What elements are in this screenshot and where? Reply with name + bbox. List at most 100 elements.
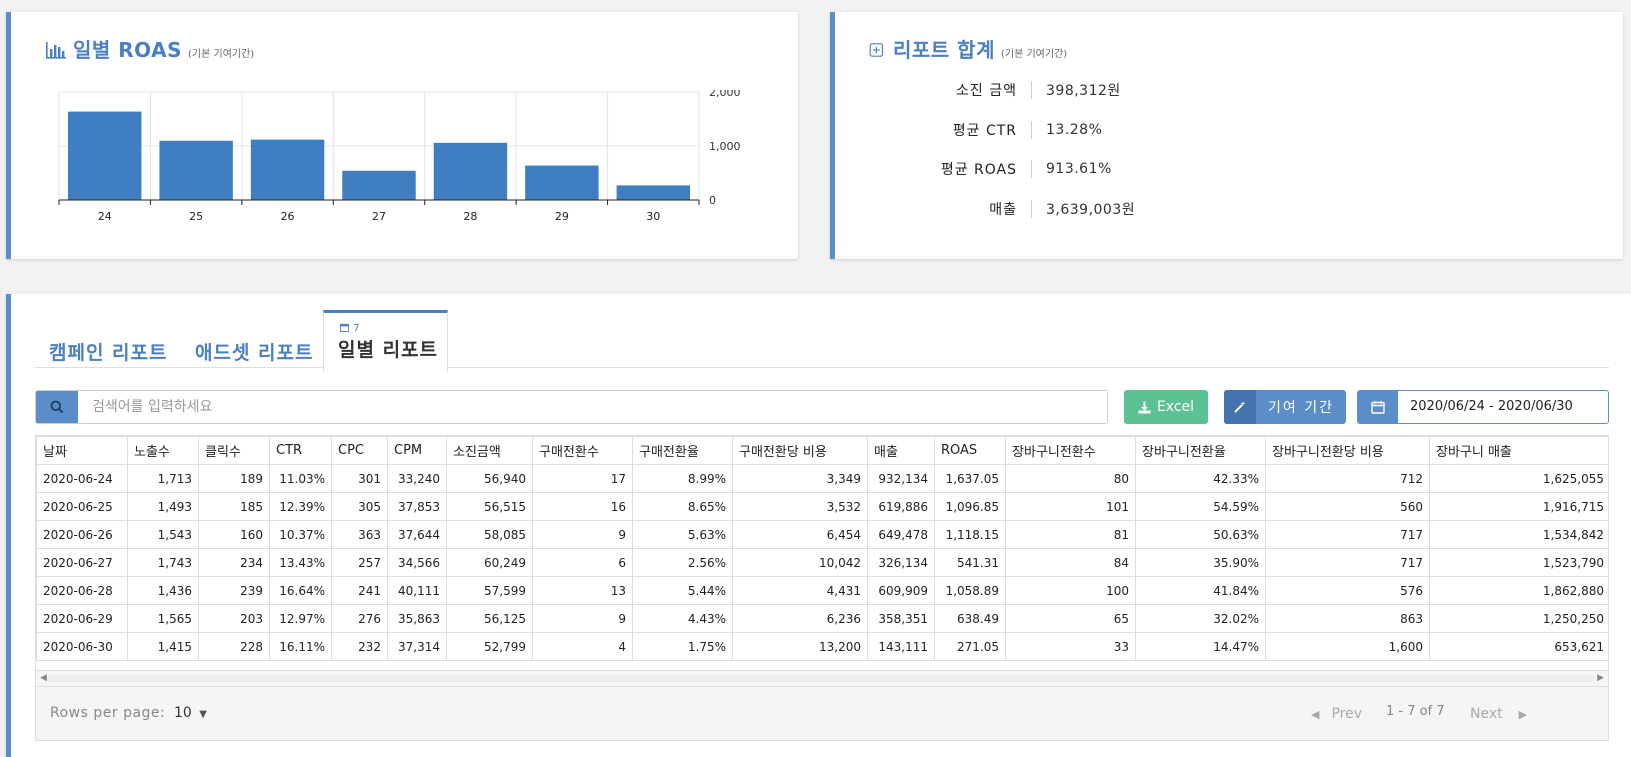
table-cell: 712: [1265, 464, 1430, 493]
table-cell: 3,532: [732, 492, 868, 521]
table-cell: 1,565: [127, 604, 199, 633]
table-cell: 717: [1265, 548, 1430, 577]
column-header[interactable]: 구매전환수: [532, 436, 633, 465]
table-cell: 2020-06-24: [36, 464, 128, 493]
daily-report-table-container: 날짜 노출수 클릭수 CTR CPC CPM 소진금액 구매전환수 구매전환율 구매전환당 비용 매…: [35, 435, 1609, 671]
table-cell: 301: [331, 464, 388, 493]
column-header[interactable]: CTR: [269, 436, 332, 465]
table-row: 2020-06-25 1,493 185 12.39% 305 37,853 56,515 1…: [36, 492, 1608, 521]
calendar-icon: [1358, 391, 1398, 423]
table-cell: 649,478: [867, 520, 935, 549]
column-header[interactable]: ROAS: [934, 436, 1006, 465]
tab-campaign-report[interactable]: 캠페인 리포트: [49, 338, 168, 365]
column-header[interactable]: 구매전환율: [632, 436, 733, 465]
table-cell: 13: [532, 576, 633, 605]
table-cell: 6: [532, 548, 633, 577]
table-cell: 81: [1005, 520, 1136, 549]
table-row: 2020-06-24 1,713 189 11.03% 301 33,240 56,940 1…: [36, 464, 1608, 493]
table-cell: 52,799: [446, 632, 533, 661]
y-tick-label: 0: [709, 194, 716, 207]
table-cell: 257: [331, 548, 388, 577]
table-cell: 2.56%: [632, 548, 733, 577]
column-header[interactable]: 매출: [867, 436, 935, 465]
horizontal-scrollbar[interactable]: ◀ ▶: [35, 671, 1609, 687]
table-cell: 560: [1265, 492, 1430, 521]
column-header[interactable]: 날짜: [36, 436, 128, 465]
y-tick-label: 2,000: [709, 90, 741, 99]
summary-row-spend: 소진 금액 398,312원: [915, 80, 1121, 100]
x-tick-label: 29: [555, 210, 569, 223]
rows-per-page-value: 10: [174, 705, 192, 721]
x-tick-label: 30: [646, 210, 660, 223]
column-header[interactable]: 장바구니전환당 비용: [1265, 436, 1430, 465]
table-cell: 1,493: [127, 492, 199, 521]
table-cell: 8.65%: [632, 492, 733, 521]
scrollbar-thumb[interactable]: [48, 675, 1594, 682]
tab-daily-report-label: 일별 리포트: [338, 339, 439, 361]
table-cell: 35.90%: [1135, 548, 1266, 577]
table-cell: 619,886: [867, 492, 935, 521]
scroll-right-arrow-icon[interactable]: ▶: [1597, 673, 1604, 683]
bar: [525, 165, 599, 200]
table-cell: 653,621: [1429, 632, 1608, 661]
x-tick-label: 24: [98, 210, 112, 223]
column-header[interactable]: 장바구니 매출: [1429, 436, 1608, 465]
table-cell: 12.39%: [269, 492, 332, 521]
table-cell: 11.03%: [269, 464, 332, 493]
table-cell: 241: [331, 576, 388, 605]
column-header[interactable]: CPC: [331, 436, 388, 465]
table-cell: 1,436: [127, 576, 199, 605]
table-cell: 1,523,790: [1429, 548, 1608, 577]
table-cell: 1,743: [127, 548, 199, 577]
excel-download-button[interactable]: Excel: [1124, 390, 1208, 424]
next-page-button[interactable]: Next ▶: [1470, 706, 1527, 722]
column-header[interactable]: 클릭수: [198, 436, 270, 465]
table-cell: 1,543: [127, 520, 199, 549]
table-cell: 863: [1265, 604, 1430, 633]
search-button[interactable]: [36, 391, 78, 423]
column-header[interactable]: 노출수: [127, 436, 199, 465]
x-tick-label: 28: [463, 210, 477, 223]
column-header[interactable]: 구매전환당 비용: [732, 436, 868, 465]
date-range-picker[interactable]: 2020/06/24 - 2020/06/30: [1357, 390, 1609, 424]
summary-label: 평균 ROAS: [940, 162, 1017, 178]
scroll-left-arrow-icon[interactable]: ◀: [40, 673, 47, 683]
table-row: 2020-06-27 1,743 234 13.43% 257 34,566 60,249 6…: [36, 548, 1608, 577]
page-info: 1 - 7 of 7: [1386, 704, 1445, 719]
table-cell: 234: [198, 548, 270, 577]
table-row: 2020-06-26 1,543 160 10.37% 363 37,644 58,085 9…: [36, 520, 1608, 549]
table-cell: 16.11%: [269, 632, 332, 661]
rows-per-page-select[interactable]: 10 ▼: [174, 705, 207, 721]
table-cell: 932,134: [867, 464, 935, 493]
report-summary-subtitle: (기본 기여기간): [1000, 49, 1068, 60]
column-header[interactable]: CPM: [387, 436, 447, 465]
table-cell: 203: [198, 604, 270, 633]
search-input[interactable]: [78, 391, 1107, 423]
table-cell: 10,042: [732, 548, 868, 577]
table-cell: 1,916,715: [1429, 492, 1608, 521]
table-cell: 1,637.05: [934, 464, 1006, 493]
column-header[interactable]: 장바구니전환율: [1135, 436, 1266, 465]
tab-badge-count: 7: [353, 323, 361, 334]
y-tick-label: 1,000: [709, 140, 741, 153]
tab-adset-report[interactable]: 애드셋 리포트: [195, 338, 314, 365]
prev-page-button[interactable]: ◀ Prev: [1311, 706, 1362, 722]
table-cell: 358,351: [867, 604, 935, 633]
bar: [250, 139, 325, 200]
table-cell: 271.05: [934, 632, 1006, 661]
table-cell: 1,058.89: [934, 576, 1006, 605]
table-cell: 12.97%: [269, 604, 332, 633]
tab-daily-report[interactable]: 7 일별 리포트: [323, 310, 448, 372]
table-cell: 305: [331, 492, 388, 521]
attribution-period-button[interactable]: 기여 기간: [1224, 390, 1346, 424]
table-cell: 239: [198, 576, 270, 605]
x-tick-label: 27: [372, 210, 386, 223]
column-header[interactable]: 장바구니전환수: [1005, 436, 1136, 465]
x-tick-label: 25: [189, 210, 203, 223]
column-header[interactable]: 소진금액: [446, 436, 533, 465]
table-cell: 4.43%: [632, 604, 733, 633]
bar: [68, 111, 142, 200]
prev-label: Prev: [1331, 706, 1363, 722]
daily-roas-title-row: 일별 ROAS (기본 기여기간): [45, 34, 254, 63]
summary-row-roas: 평균 ROAS 913.61%: [915, 159, 1112, 179]
